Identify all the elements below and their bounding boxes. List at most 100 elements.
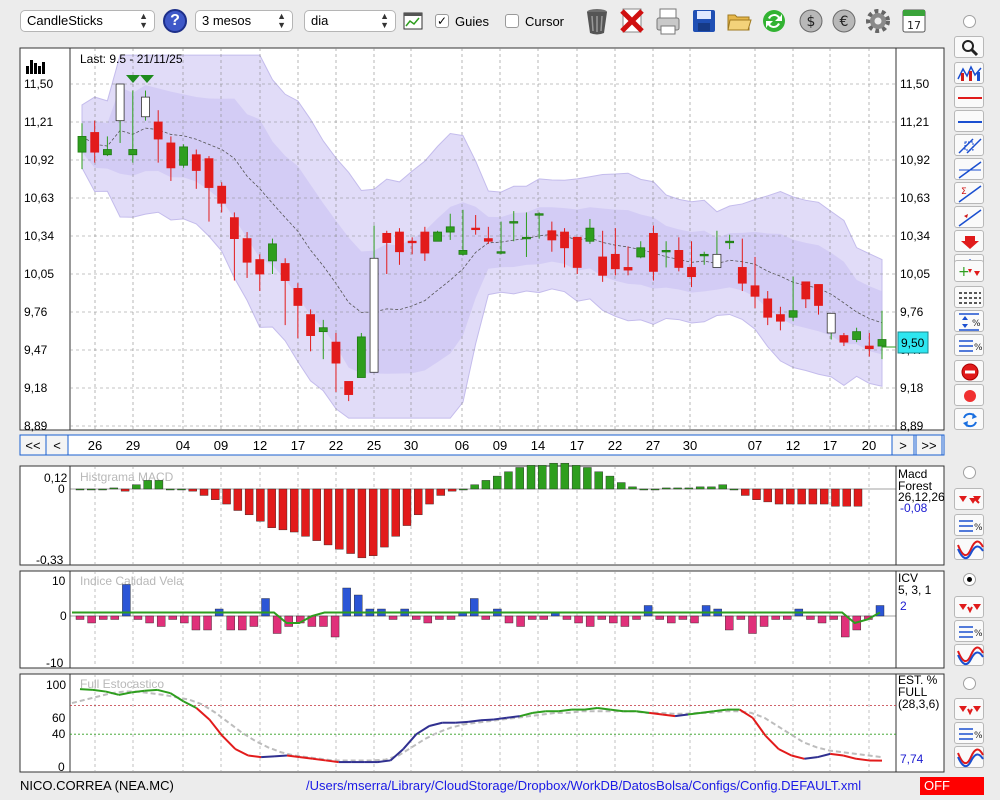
macd-bar [244, 488, 254, 516]
date-tick: 17 [570, 438, 584, 453]
stochastic-panel[interactable]: Full Estocastico10060400EST. %FULL(28,3,… [19, 673, 945, 774]
candle-body [737, 267, 747, 284]
macd-bar [436, 488, 446, 496]
macd-bar [267, 488, 276, 528]
price-y-tick-right: 10,63 [900, 191, 930, 205]
config-path-link[interactable]: /Users/mserra/Library/CloudStorage/Dropb… [306, 778, 861, 793]
macd-bar [808, 488, 818, 505]
candle-body [382, 232, 392, 243]
candle-body [445, 226, 455, 233]
stoch-params: (28,3,6) [898, 697, 939, 711]
macd-bar [842, 488, 851, 507]
macd-bar [357, 488, 367, 559]
icv-tick: 10 [52, 574, 66, 588]
price-y-tick-right: 9,76 [900, 305, 924, 319]
candle-body [77, 136, 87, 153]
date-tick: 04 [176, 438, 190, 453]
macd-bar [459, 488, 468, 491]
icv-bar [388, 615, 398, 620]
candle-body [141, 96, 150, 118]
last-price-tag-text: 9,50 [901, 336, 925, 350]
macd-bar [560, 462, 570, 490]
date-axis-bar [19, 434, 945, 456]
macd-bar [504, 471, 513, 490]
icv-bar [748, 615, 757, 634]
icv-title: Indice Calidad Vela [80, 574, 183, 588]
candle-body [750, 285, 760, 297]
macd-bar [526, 465, 536, 490]
candle-body [852, 331, 862, 340]
candle-body [661, 250, 671, 253]
macd-bar [143, 480, 152, 490]
date-tick: 22 [608, 438, 622, 453]
icv-bar [87, 615, 96, 624]
macd-bar [673, 487, 682, 490]
macd-bar [109, 487, 119, 490]
candle-body [356, 336, 366, 378]
date-tick: 27 [646, 438, 660, 453]
candle-body [115, 83, 125, 122]
icv-bar [435, 615, 444, 620]
candle-body [725, 240, 735, 244]
candle-body [522, 236, 531, 240]
icv-bar [562, 615, 572, 620]
icv-bar [632, 615, 641, 620]
macd-bar [312, 488, 321, 541]
nav-next-button-label: > [899, 438, 907, 453]
candle-body [369, 257, 379, 373]
macd-bar [662, 487, 671, 490]
macd-bar [368, 488, 378, 556]
mode-badge[interactable]: OFF [920, 777, 984, 795]
macd-bar [628, 486, 637, 490]
candle-body [649, 232, 658, 272]
macd-tick: 0 [58, 482, 65, 496]
macd-bar [199, 488, 209, 496]
candle-body [242, 238, 252, 263]
price-panel[interactable]: 11,50 11,50 11,21 11,21 10,92 10,92 10,63 10,63… [19, 47, 945, 456]
candle-body [179, 146, 188, 166]
candle-body [712, 253, 722, 268]
macd-panel[interactable]: Histgrama MACD0,120-0,33MacdForest26,12,… [19, 462, 945, 567]
price-y-tick-right: 10,92 [900, 153, 930, 167]
stoch-k-segment [455, 720, 469, 724]
icv-bar [841, 615, 850, 638]
icv-panel[interactable]: Indice Calidad Vela100-10ICV5, 3, 12 [19, 570, 945, 670]
icv-bar [783, 615, 792, 620]
icv-bar [423, 615, 433, 624]
macd-bar [831, 488, 840, 507]
candle-body [509, 221, 519, 224]
macd-bar [684, 487, 694, 490]
icv-bar [156, 615, 166, 627]
macd-bar [797, 488, 806, 505]
macd-value: -0,08 [900, 501, 928, 515]
price-y-tick: 9,76 [24, 305, 48, 319]
macd-bar [729, 488, 739, 491]
price-y-tick: 8,89 [24, 419, 48, 433]
price-y-tick: 10,63 [24, 191, 54, 205]
macd-bar [707, 486, 716, 490]
icv-bar [330, 615, 340, 638]
macd-bar [752, 488, 761, 500]
icv-bar [516, 615, 525, 627]
macd-bar [222, 488, 231, 505]
macd-bar [650, 488, 660, 491]
macd-bar [166, 488, 175, 491]
bars-icon [30, 60, 33, 74]
candle-body [864, 345, 874, 350]
candle-body [102, 149, 112, 156]
macd-bar [211, 488, 220, 500]
macd-bar [335, 488, 344, 550]
icv-bar [771, 615, 780, 620]
macd-bar [290, 488, 299, 533]
candle-body [166, 142, 176, 169]
price-y-tick-right: 11,21 [900, 115, 929, 129]
icv-bar [110, 615, 119, 620]
candle-body [826, 312, 836, 334]
candle-body [433, 231, 442, 242]
icv-bar [817, 615, 827, 624]
candle-body [306, 314, 315, 336]
price-y-tick: 9,47 [24, 343, 48, 357]
date-tick: 17 [291, 438, 305, 453]
macd-bar [617, 482, 626, 490]
price-y-tick: 10,34 [24, 229, 54, 243]
